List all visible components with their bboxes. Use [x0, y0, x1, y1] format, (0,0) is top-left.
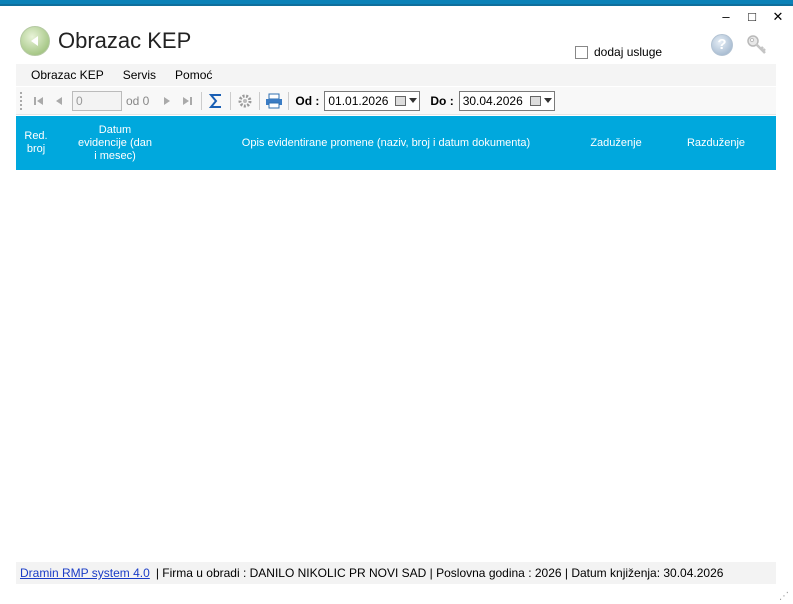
navigation-toolbar: od 0 Od : 01.01.2026 Do : 30.04.2026 — [16, 87, 776, 115]
toolbar-separator — [201, 91, 203, 110]
resize-grip-icon[interactable]: ⋰ — [779, 591, 789, 602]
column-header-red-broj[interactable]: Red. broj — [16, 116, 56, 170]
sigma-icon[interactable] — [206, 91, 226, 111]
next-record-icon[interactable] — [157, 91, 177, 111]
key-icon[interactable] — [745, 33, 769, 57]
menu-item-pomoc[interactable]: Pomoć — [175, 68, 212, 82]
first-record-icon[interactable] — [29, 91, 49, 111]
status-bar: Dramin RMP system 4.0 | Firma u obradi :… — [16, 562, 776, 584]
chevron-down-icon[interactable] — [543, 98, 552, 103]
to-date-label: Do : — [430, 93, 454, 108]
help-icon[interactable]: ? — [711, 34, 733, 56]
toolbar-separator — [288, 91, 290, 110]
column-header-zaduzenje[interactable]: Zaduženje — [576, 116, 656, 170]
status-info: | Firma u obradi : DANILO NIKOLIC PR NOV… — [155, 566, 724, 580]
menu-item-obrazac-kep[interactable]: Obrazac KEP — [31, 68, 104, 82]
add-services-label: dodaj usluge — [594, 45, 663, 59]
from-date-picker[interactable]: 01.01.2026 — [324, 90, 421, 111]
record-position-input[interactable] — [72, 90, 122, 111]
calendar-icon[interactable] — [529, 95, 541, 106]
column-header-razduzenje[interactable]: Razduženje — [676, 116, 756, 170]
maximize-button[interactable]: □ — [745, 10, 759, 24]
toolbar-separator — [259, 91, 261, 110]
menu-bar: Obrazac KEP Servis Pomoć — [16, 64, 776, 86]
column-header-datum[interactable]: Datum evidencije (dan i mesec) — [78, 116, 152, 170]
page-title: Obrazac KEP — [58, 28, 192, 53]
window-top-border — [0, 0, 793, 6]
previous-record-icon[interactable] — [49, 91, 69, 111]
to-date-picker[interactable]: 30.04.2026 — [458, 90, 555, 111]
toolbar-separator — [230, 91, 232, 110]
gear-icon[interactable] — [235, 91, 255, 111]
to-date-value: 30.04.2026 — [462, 93, 523, 108]
last-record-icon[interactable] — [177, 91, 197, 111]
window-controls: – □ ✕ — [719, 10, 785, 24]
system-link[interactable]: Dramin RMP system 4.0 — [20, 566, 150, 580]
from-date-label: Od : — [295, 93, 320, 108]
table-header: Red. broj Datum evidencije (dan i mesec)… — [16, 116, 776, 170]
calendar-icon[interactable] — [395, 95, 407, 106]
title-area: Obrazac KEP — [20, 26, 191, 56]
close-button[interactable]: ✕ — [771, 10, 785, 24]
from-date-value: 01.01.2026 — [328, 93, 389, 108]
back-arrow-icon[interactable] — [20, 26, 50, 56]
record-count-label: od 0 — [126, 93, 150, 108]
chevron-down-icon[interactable] — [409, 98, 418, 103]
printer-icon[interactable] — [264, 91, 284, 111]
column-header-opis[interactable]: Opis evidentirane promene (naziv, broj i… — [166, 116, 606, 170]
minimize-button[interactable]: – — [719, 10, 733, 24]
toolbar-grip[interactable] — [20, 91, 23, 110]
menu-item-servis[interactable]: Servis — [123, 68, 156, 82]
add-services-checkbox[interactable] — [575, 45, 588, 59]
add-services-option[interactable]: dodaj usluge — [575, 45, 662, 59]
